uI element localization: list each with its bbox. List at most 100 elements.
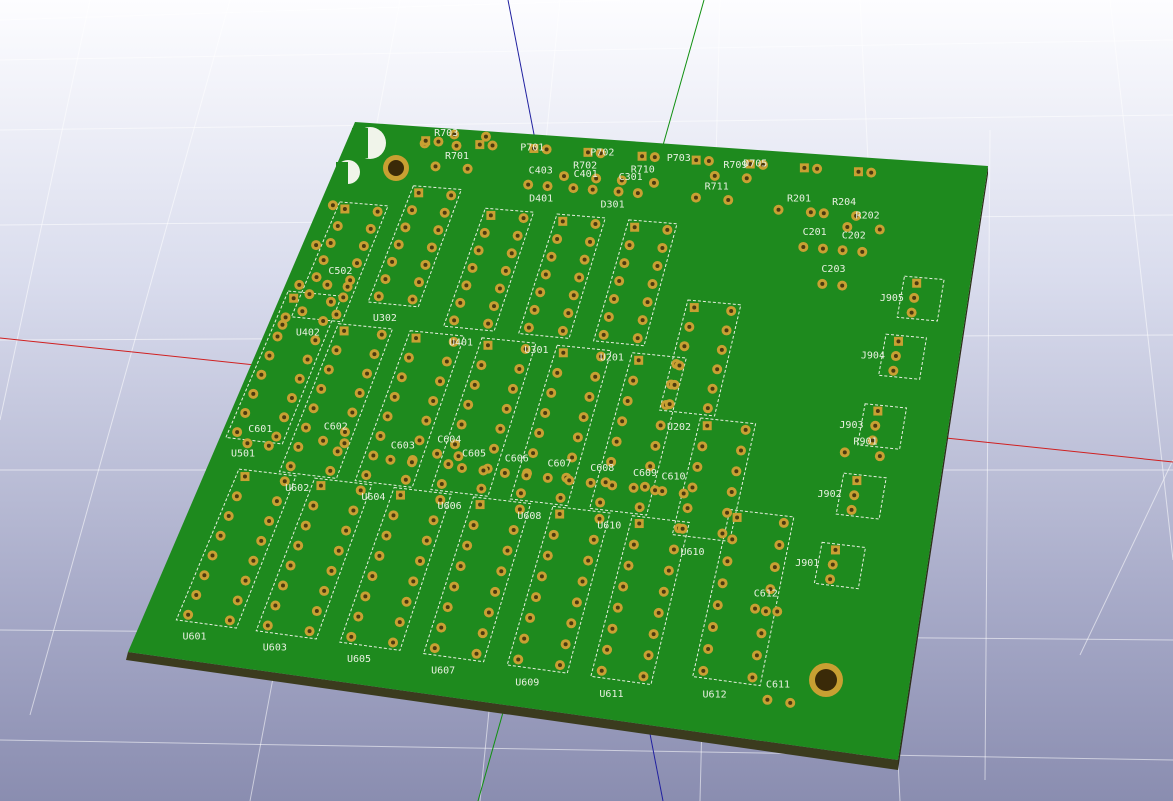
pad-drill [909,310,914,315]
pad-drill [681,491,686,496]
ref-label-d401: D401 [529,194,553,205]
pad-drill [875,409,880,414]
pad-drill [729,490,734,495]
ref-label-j902: J902 [818,489,842,500]
pad-drill [372,352,377,357]
ref-label-p702: P702 [590,147,614,158]
pad-drill [390,259,395,264]
pad-drill [615,605,620,610]
pad-drill [788,700,793,705]
pad-drill [830,562,835,567]
pad-drill [334,348,339,353]
pad-drill [582,257,587,262]
pad-drill [459,466,464,471]
pad-drill [365,371,370,376]
pad-drill [801,244,806,249]
pad-drill [840,248,845,253]
pad-drill [235,430,240,435]
pad-drill [297,376,302,381]
ref-label-u603: U603 [263,642,287,653]
pad-drill [802,165,807,170]
pad-drill [776,207,781,212]
ref-label-u606: U606 [438,501,462,512]
pad-drill [551,532,556,537]
pad-drill [341,295,346,300]
pad-drill [283,315,288,320]
pad-drill [383,277,388,282]
3d-viewer-viewport[interactable]: U601 U603 U605 U607 U609 U611 U602 U604 U606 U608… [0,0,1173,801]
pad-drill [403,225,408,230]
pad-drill [307,292,312,297]
pad-drill [558,495,563,500]
pad-drill [465,166,470,171]
pad-drill [720,581,725,586]
pad-drill [251,391,256,396]
pad-drill [545,553,550,558]
pad-drill [636,358,641,363]
pad-drill [877,227,882,232]
ref-label-j904: J904 [861,351,885,362]
pad-drill [646,653,651,658]
pad-drill [442,210,447,215]
pad-drill [621,584,626,589]
pad-drill [259,538,264,543]
pad-drill [580,579,585,584]
pad-drill [660,489,665,494]
pad-drill [567,478,572,483]
pad-drill [458,300,463,305]
pad-drill [328,241,333,246]
pad-drill [726,198,731,203]
pad-drill [459,422,464,427]
pad-drill [361,243,366,248]
pad-drill [483,134,488,139]
pad-drill [705,423,710,428]
pad-drill [651,632,656,637]
pad-drill [562,174,567,179]
pad-drill [330,203,335,208]
pad-drill [403,477,408,482]
pad-drill [300,309,305,314]
pad-drill [303,425,308,430]
ref-label-r701: R701 [445,151,469,162]
pad-drill [243,410,248,415]
pad-drill [593,222,598,227]
ref-label-r703: R703 [434,128,458,139]
pad-drill [471,523,476,528]
pad-drill [485,343,490,348]
pad-drill [777,543,782,548]
ref-label-u604: U604 [361,492,385,503]
pad-drill [418,558,423,563]
pad-drill [539,574,544,579]
pad-drill [357,391,362,396]
pad-drill [423,138,428,143]
pad-drill [569,621,574,626]
pad-drill [833,547,838,552]
pad-drill [482,230,487,235]
pad-drill [522,636,527,641]
pad-drill [411,579,416,584]
pad-drill [465,543,470,548]
ref-label-d705: D705 [743,158,767,169]
pad-drill [505,548,510,553]
pad-drill [397,620,402,625]
ref-label-c203: C203 [821,264,845,275]
pad-drill [666,568,671,573]
pad-drill [470,265,475,270]
pad-drill [291,296,296,301]
pad-drill [409,460,414,465]
pad-drill [601,332,606,337]
pad-drill [311,503,316,508]
pad-drill [635,191,640,196]
pad-drill [452,584,457,589]
pad-drill [715,603,720,608]
pad-drill [549,254,554,259]
pad-drill [439,481,444,486]
pad-drill [842,450,847,455]
pad-drill [318,483,323,488]
pad-drill [336,548,341,553]
pad-drill [431,518,436,523]
pad-drill [588,480,593,485]
ref-label-r710: R710 [631,165,655,176]
pad-drill [725,559,730,564]
pad-drill [406,355,411,360]
